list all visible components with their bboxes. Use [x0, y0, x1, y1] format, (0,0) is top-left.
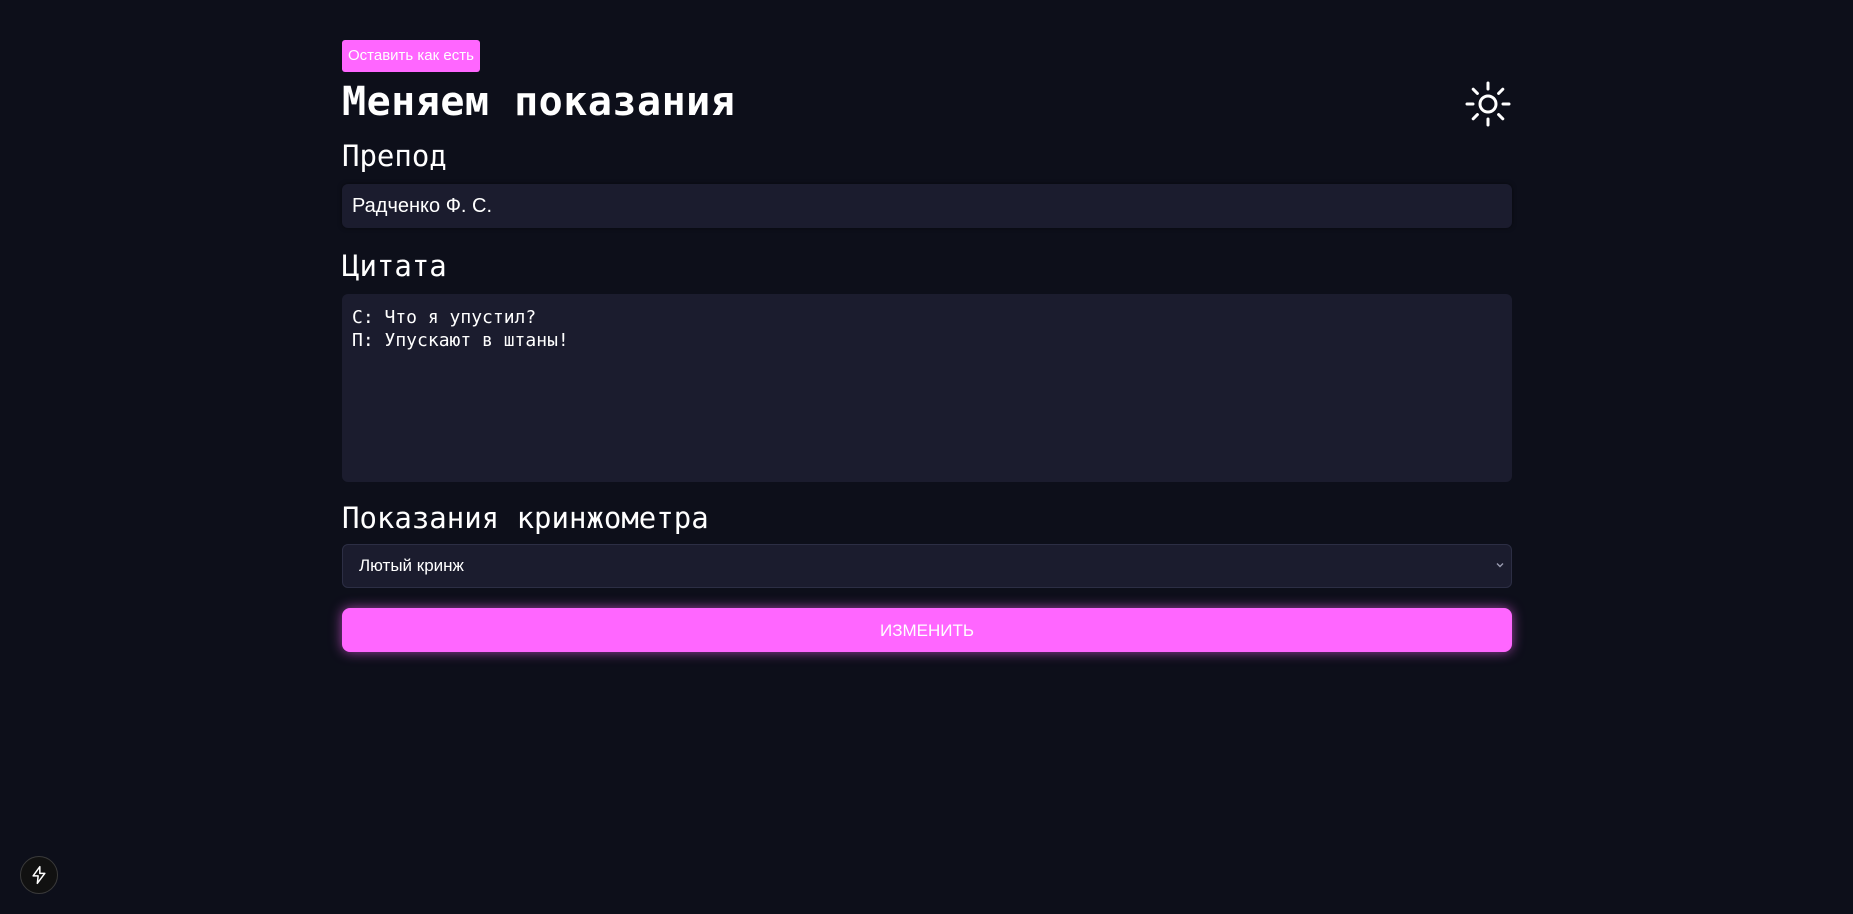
theme-toggle-button[interactable]	[1464, 80, 1512, 128]
dev-tools-badge[interactable]	[20, 856, 58, 894]
quote-textarea[interactable]: С: Что я упустил? П: Упускают в штаны!	[342, 294, 1512, 482]
chevron-down-icon	[1495, 545, 1505, 587]
edit-form-container: Оставить как есть Меняем показания Препо…	[342, 40, 1512, 652]
page: Оставить как есть Меняем показания Препо…	[0, 0, 1853, 914]
cringe-meter-selected-value: Лютый кринж	[359, 556, 464, 575]
sun-icon	[1465, 81, 1511, 127]
lightning-icon	[32, 865, 46, 885]
quote-label: Цитата	[342, 249, 447, 283]
page-title: Меняем показания	[342, 79, 736, 125]
cringe-meter-label: Показания кринжометра	[342, 501, 709, 535]
teacher-label: Препод	[342, 139, 447, 173]
keep-as-is-button[interactable]: Оставить как есть	[342, 40, 480, 72]
title-row: Меняем показания	[342, 78, 1512, 128]
teacher-input[interactable]: Радченко Ф. С.	[342, 184, 1512, 228]
cringe-meter-select[interactable]: Лютый кринж	[342, 544, 1512, 588]
submit-change-button[interactable]: ИЗМЕНИТЬ	[342, 608, 1512, 652]
